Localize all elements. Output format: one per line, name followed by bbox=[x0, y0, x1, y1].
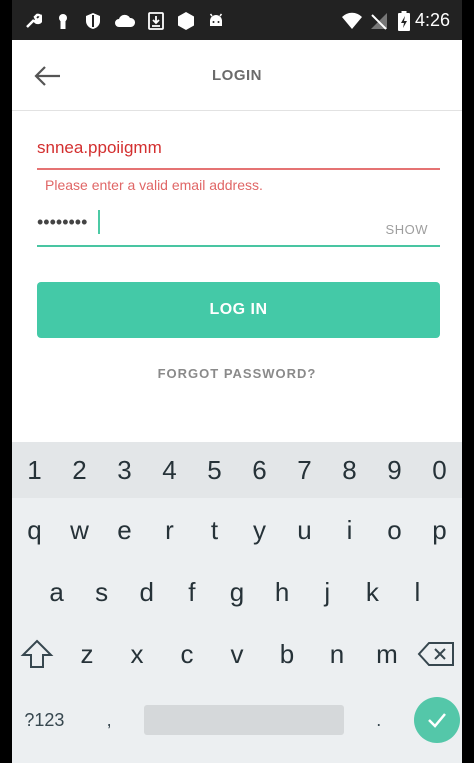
key-6[interactable]: 6 bbox=[240, 455, 280, 486]
key-9[interactable]: 9 bbox=[375, 455, 415, 486]
letter-row-1: q w e r t y u i o p bbox=[12, 500, 462, 560]
page-title: LOGIN bbox=[212, 67, 262, 84]
key-8[interactable]: 8 bbox=[330, 455, 370, 486]
period-key[interactable]: . bbox=[349, 710, 409, 731]
hexagon-icon bbox=[178, 12, 194, 30]
key-p[interactable]: p bbox=[420, 515, 460, 546]
key-w[interactable]: w bbox=[60, 515, 100, 546]
show-password-button[interactable]: SHOW bbox=[386, 222, 428, 237]
key-l[interactable]: l bbox=[397, 577, 437, 608]
key-u[interactable]: u bbox=[285, 515, 325, 546]
key-y[interactable]: y bbox=[240, 515, 280, 546]
keyhole-icon bbox=[59, 14, 67, 29]
wrench-icon bbox=[26, 13, 42, 28]
key-0[interactable]: 0 bbox=[420, 455, 460, 486]
key-j[interactable]: j bbox=[307, 577, 347, 608]
status-bar: 4:26 bbox=[12, 0, 462, 40]
download-icon bbox=[148, 12, 164, 30]
key-e[interactable]: e bbox=[105, 515, 145, 546]
key-3[interactable]: 3 bbox=[105, 455, 145, 486]
symbols-key[interactable]: ?123 bbox=[14, 710, 74, 731]
shield-icon bbox=[86, 13, 100, 29]
bottom-row: ?123 , . bbox=[12, 690, 462, 750]
cloud-icon bbox=[115, 14, 136, 27]
wifi-icon bbox=[342, 12, 362, 29]
comma-key[interactable]: , bbox=[79, 710, 139, 731]
key-i[interactable]: i bbox=[330, 515, 370, 546]
key-2[interactable]: 2 bbox=[60, 455, 100, 486]
text-cursor bbox=[98, 210, 100, 234]
app-bar: LOGIN bbox=[12, 40, 462, 111]
letter-row-3: z x c v b n m bbox=[12, 624, 462, 684]
android-icon bbox=[209, 13, 223, 26]
key-f[interactable]: f bbox=[172, 577, 212, 608]
key-s[interactable]: s bbox=[82, 577, 122, 608]
key-g[interactable]: g bbox=[217, 577, 257, 608]
login-button[interactable]: LOG IN bbox=[37, 282, 440, 338]
key-h[interactable]: h bbox=[262, 577, 302, 608]
key-z[interactable]: z bbox=[67, 639, 107, 670]
email-input[interactable]: snnea.ppoiigmm bbox=[37, 138, 162, 158]
phone-screen: 4:26 LOGIN snnea.ppoiigmm Please enter a… bbox=[12, 0, 462, 763]
number-row: 1 2 3 4 5 6 7 8 9 0 bbox=[12, 442, 462, 498]
login-button-label: LOG IN bbox=[209, 301, 268, 318]
key-1[interactable]: 1 bbox=[15, 455, 55, 486]
key-a[interactable]: a bbox=[37, 577, 77, 608]
done-key[interactable] bbox=[413, 697, 460, 743]
key-r[interactable]: r bbox=[150, 515, 190, 546]
backspace-icon[interactable] bbox=[417, 639, 457, 669]
key-c[interactable]: c bbox=[167, 639, 207, 670]
key-t[interactable]: t bbox=[195, 515, 235, 546]
key-7[interactable]: 7 bbox=[285, 455, 325, 486]
password-input[interactable]: •••••••• bbox=[37, 212, 87, 233]
clock: 4:26 bbox=[414, 10, 450, 30]
key-5[interactable]: 5 bbox=[195, 455, 235, 486]
key-n[interactable]: n bbox=[317, 639, 357, 670]
forgot-password-link[interactable]: FORGOT PASSWORD? bbox=[12, 366, 462, 381]
key-4[interactable]: 4 bbox=[150, 455, 190, 486]
letter-row-2: a s d f g h j k l bbox=[12, 562, 462, 622]
email-underline bbox=[37, 168, 440, 170]
email-error-message: Please enter a valid email address. bbox=[45, 177, 263, 193]
key-q[interactable]: q bbox=[15, 515, 55, 546]
key-d[interactable]: d bbox=[127, 577, 167, 608]
shift-icon[interactable] bbox=[17, 637, 57, 671]
key-k[interactable]: k bbox=[352, 577, 392, 608]
soft-keyboard: 1 2 3 4 5 6 7 8 9 0 q w e r t y u i o p … bbox=[12, 442, 462, 763]
key-m[interactable]: m bbox=[367, 639, 407, 670]
space-bar[interactable] bbox=[143, 705, 344, 735]
key-x[interactable]: x bbox=[117, 639, 157, 670]
no-signal-icon bbox=[371, 13, 387, 30]
key-v[interactable]: v bbox=[217, 639, 257, 670]
key-b[interactable]: b bbox=[267, 639, 307, 670]
key-o[interactable]: o bbox=[375, 515, 415, 546]
battery-charging-icon bbox=[398, 11, 410, 31]
password-underline bbox=[37, 245, 440, 247]
checkmark-icon bbox=[427, 713, 446, 728]
